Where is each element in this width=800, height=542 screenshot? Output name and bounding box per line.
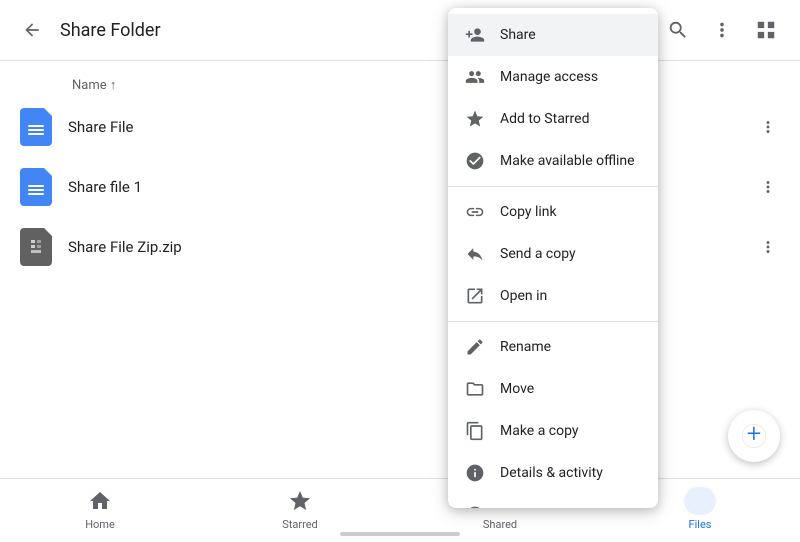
starred-icon (286, 487, 314, 515)
copy-icon (464, 420, 486, 442)
nav-item-starred[interactable]: Starred (268, 487, 332, 531)
file-icon-zip (16, 227, 56, 267)
file-more-button[interactable] (752, 171, 784, 203)
home-icon (86, 487, 114, 515)
person-add-icon (464, 24, 486, 46)
move-icon (464, 378, 486, 400)
header: Share Folder (0, 0, 800, 61)
nav-label-home: Home (85, 518, 115, 531)
nav-label-starred: Starred (282, 518, 318, 531)
menu-label-make-copy: Make a copy (500, 423, 579, 439)
files-icon (684, 487, 716, 515)
file-icon-doc (16, 167, 56, 207)
file-icon-doc (16, 107, 56, 147)
menu-label-shortcut: Add shortcut to Drive (500, 507, 631, 508)
menu-divider (448, 321, 658, 322)
file-more-button[interactable] (752, 231, 784, 263)
menu-item-share[interactable]: Share (448, 14, 658, 56)
grid-view-button[interactable] (748, 12, 784, 48)
menu-label-manage-access: Manage access (500, 69, 598, 85)
file-item[interactable]: Share File (0, 97, 800, 157)
nav-label-files: Files (689, 518, 712, 531)
search-button[interactable] (660, 12, 696, 48)
menu-item-manage-access[interactable]: Manage access (448, 56, 658, 98)
info-icon (464, 462, 486, 484)
menu-label-share: Share (500, 27, 536, 43)
menu-item-offline[interactable]: Make available offline (448, 140, 658, 182)
menu-item-add-starred[interactable]: Add to Starred (448, 98, 658, 140)
menu-item-move[interactable]: Move (448, 368, 658, 410)
file-list: Name ↑ Share File (0, 61, 800, 285)
nav-label-shared: Shared (483, 518, 517, 531)
file-more-button[interactable] (752, 111, 784, 143)
menu-label-offline: Make available offline (500, 153, 635, 169)
context-menu: Share Manage access Add to Starred (448, 8, 658, 508)
sort-header[interactable]: Name ↑ (0, 69, 800, 97)
menu-label-details: Details & activity (500, 465, 603, 481)
menu-label-move: Move (500, 381, 534, 397)
home-indicator (340, 532, 460, 536)
menu-item-send-copy[interactable]: Send a copy (448, 233, 658, 275)
menu-item-details[interactable]: Details & activity (448, 452, 658, 494)
menu-label-open-in: Open in (500, 288, 547, 304)
menu-label-rename: Rename (500, 339, 551, 355)
svg-text:+: + (747, 422, 762, 449)
menu-item-rename[interactable]: Rename (448, 326, 658, 368)
check-circle-icon (464, 150, 486, 172)
menu-item-copy-link[interactable]: Copy link (448, 191, 658, 233)
menu-label-copy-link: Copy link (500, 204, 557, 220)
nav-item-files[interactable]: Files (668, 487, 732, 531)
menu-label-send-copy: Send a copy (500, 246, 576, 262)
file-item[interactable]: Share File Zip.zip (0, 217, 800, 277)
menu-item-make-copy[interactable]: Make a copy (448, 410, 658, 452)
menu-item-open-in[interactable]: Open in (448, 275, 658, 317)
menu-divider (448, 186, 658, 187)
menu-item-shortcut[interactable]: Add shortcut to Drive (448, 494, 658, 508)
people-icon (464, 66, 486, 88)
open-in-icon (464, 285, 486, 307)
fab-button[interactable]: + (728, 410, 780, 462)
edit-icon (464, 336, 486, 358)
header-actions (660, 12, 784, 48)
star-icon (464, 108, 486, 130)
shortcut-icon (464, 504, 486, 508)
link-icon (464, 201, 486, 223)
back-button[interactable] (16, 14, 48, 46)
sort-label: Name ↑ (72, 77, 116, 93)
more-button[interactable] (704, 12, 740, 48)
nav-item-home[interactable]: Home (68, 487, 132, 531)
file-item[interactable]: Share file 1 (0, 157, 800, 217)
reply-icon (464, 243, 486, 265)
menu-label-add-starred: Add to Starred (500, 111, 589, 127)
